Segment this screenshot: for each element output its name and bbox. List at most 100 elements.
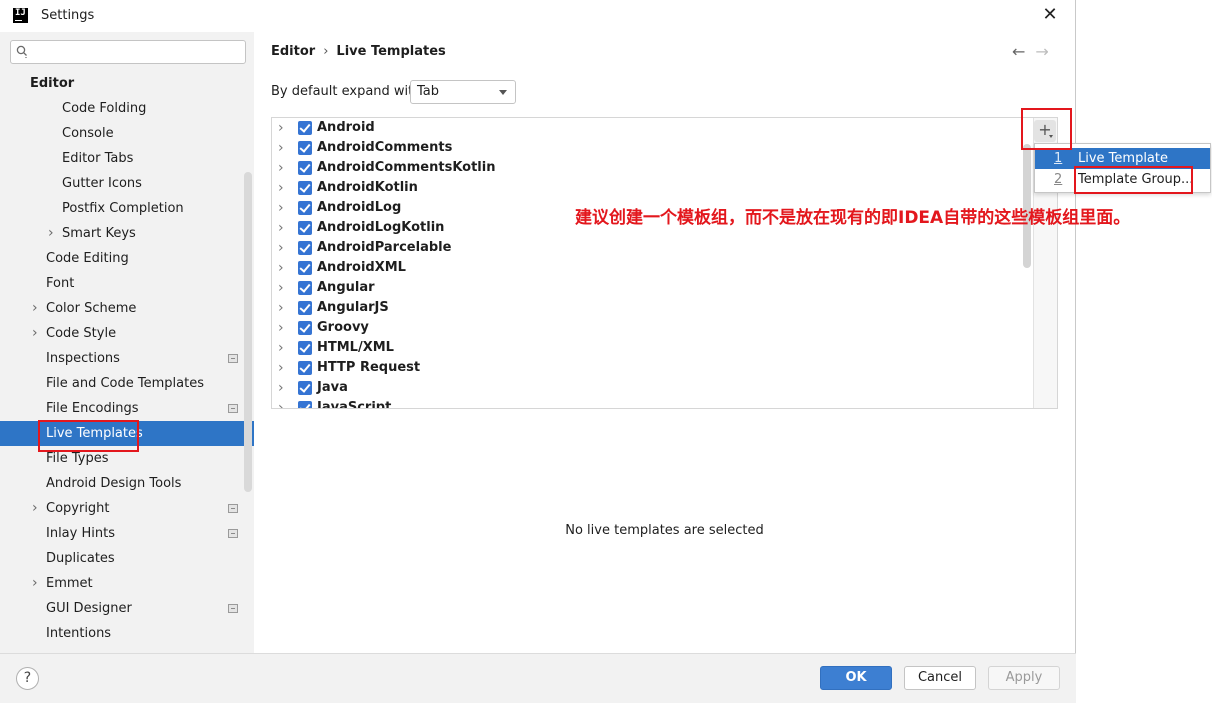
group-enabled-checkbox[interactable] [298,141,312,155]
sidebar-item-label: Font [46,276,75,291]
chevron-right-icon[interactable]: › [32,321,38,346]
sidebar-item-label: Smart Keys [62,226,136,241]
chevron-right-icon[interactable]: › [32,496,38,521]
cancel-button[interactable]: Cancel [904,666,976,690]
chevron-right-icon[interactable]: › [278,298,284,318]
back-arrow-icon[interactable]: ← [1012,42,1025,61]
template-group-row[interactable]: › Java [272,378,1032,398]
help-button[interactable]: ? [16,667,39,690]
chevron-right-icon[interactable]: › [278,198,284,218]
sidebar-item-label: Code Folding [62,101,147,116]
template-group-label: AndroidXML [317,260,406,275]
sidebar-item-intentions[interactable]: Intentions [0,621,254,646]
sidebar-item-code-editing[interactable]: Code Editing [0,246,254,271]
template-group-label: Groovy [317,320,369,335]
close-button[interactable]: ✕ [1036,4,1064,28]
apply-button[interactable]: Apply [988,666,1060,690]
template-group-row[interactable]: › Android [272,118,1032,138]
group-enabled-checkbox[interactable] [298,381,312,395]
chevron-right-icon[interactable]: › [278,158,284,178]
template-group-row[interactable]: › Angular [272,278,1032,298]
group-enabled-checkbox[interactable] [298,161,312,175]
template-group-row[interactable]: › AndroidKotlin [272,178,1032,198]
forward-arrow-icon[interactable]: → [1035,42,1048,61]
chevron-down-icon [499,90,507,95]
project-scope-icon [228,604,238,613]
chevron-right-icon[interactable]: › [278,278,284,298]
chevron-right-icon[interactable]: › [278,378,284,398]
chevron-right-icon[interactable]: › [278,218,284,238]
breadcrumb-parent[interactable]: Editor [271,44,315,59]
sidebar-item-editor-tabs[interactable]: Editor Tabs [0,146,254,171]
sidebar-item-android-design-tools[interactable]: Android Design Tools [0,471,254,496]
sidebar-item-inlay-hints[interactable]: Inlay Hints [0,521,254,546]
chevron-right-icon[interactable]: › [48,221,54,246]
menu-item-number: 2 [1054,172,1063,187]
sidebar-item-code-style[interactable]: › Code Style [0,321,254,346]
chevron-right-icon[interactable]: › [278,178,284,198]
template-group-row[interactable]: › AndroidComments [272,138,1032,158]
sidebar-item-code-folding[interactable]: Code Folding [0,96,254,121]
sidebar-item-gutter-icons[interactable]: Gutter Icons [0,171,254,196]
template-group-row[interactable]: › HTML/XML [272,338,1032,358]
chevron-right-icon[interactable]: › [278,118,284,138]
sidebar-item-label: Inlay Hints [46,526,115,541]
chevron-right-icon[interactable]: › [32,571,38,596]
template-group-row[interactable]: › AngularJS [272,298,1032,318]
template-group-row[interactable]: › Groovy [272,318,1032,338]
chevron-right-icon[interactable]: › [278,258,284,278]
sidebar-item-copyright[interactable]: › Copyright [0,496,254,521]
group-enabled-checkbox[interactable] [298,301,312,315]
template-group-label: AndroidLogKotlin [317,220,445,235]
sidebar-item-gui-designer[interactable]: GUI Designer [0,596,254,621]
group-enabled-checkbox[interactable] [298,261,312,275]
group-enabled-checkbox[interactable] [298,121,312,135]
group-enabled-checkbox[interactable] [298,221,312,235]
search-input[interactable] [10,40,246,64]
sidebar-item-emmet[interactable]: › Emmet [0,571,254,596]
chevron-right-icon[interactable]: › [32,296,38,321]
sidebar-item-inspections[interactable]: Inspections [0,346,254,371]
sidebar-item-duplicates[interactable]: Duplicates [0,546,254,571]
group-enabled-checkbox[interactable] [298,181,312,195]
sidebar-item-editor[interactable]: Editor [0,71,254,96]
sidebar-item-label: Emmet [46,576,93,591]
template-group-row[interactable]: › AndroidCommentsKotlin [272,158,1032,178]
group-enabled-checkbox[interactable] [298,341,312,355]
sidebar-item-font[interactable]: Font [0,271,254,296]
chevron-right-icon[interactable]: › [278,398,284,408]
chevron-right-icon[interactable]: › [278,238,284,258]
sidebar-item-smart-keys[interactable]: › Smart Keys [0,221,254,246]
expand-with-select[interactable]: Tab [410,80,516,104]
highlight-box-add-button [1021,108,1072,150]
group-enabled-checkbox[interactable] [298,361,312,375]
chevron-right-icon[interactable]: › [278,138,284,158]
template-group-row[interactable]: › AndroidXML [272,258,1032,278]
group-enabled-checkbox[interactable] [298,401,312,408]
chevron-right-icon[interactable]: › [278,318,284,338]
sidebar-item-postfix-completion[interactable]: Postfix Completion [0,196,254,221]
group-enabled-checkbox[interactable] [298,241,312,255]
annotation-text: 建议创建一个模板组，而不是放在现有的即IDEA自带的这些模板组里面。 [575,208,1131,228]
template-group-row[interactable]: › JavaScript [272,398,1032,408]
chevron-right-icon[interactable]: › [278,358,284,378]
sidebar-item-color-scheme[interactable]: › Color Scheme [0,296,254,321]
ok-button[interactable]: OK [820,666,892,690]
template-group-row[interactable]: › HTTP Request [272,358,1032,378]
sidebar-scrollbar[interactable] [244,172,252,492]
group-enabled-checkbox[interactable] [298,201,312,215]
sidebar-item-label: File and Code Templates [46,376,204,391]
template-group-label: Angular [317,280,375,295]
sidebar-item-file-encodings[interactable]: File Encodings [0,396,254,421]
project-scope-icon [228,404,238,413]
sidebar-item-label: File Encodings [46,401,139,416]
template-group-label: HTTP Request [317,360,421,375]
group-enabled-checkbox[interactable] [298,321,312,335]
sidebar-item-console[interactable]: Console [0,121,254,146]
template-group-row[interactable]: › AndroidParcelable [272,238,1032,258]
title-bar: IJ Settings ✕ [0,0,1076,32]
intellij-logo-icon: IJ [13,8,28,23]
sidebar-item-file-and-code-templates[interactable]: File and Code Templates [0,371,254,396]
chevron-right-icon[interactable]: › [278,338,284,358]
group-enabled-checkbox[interactable] [298,281,312,295]
